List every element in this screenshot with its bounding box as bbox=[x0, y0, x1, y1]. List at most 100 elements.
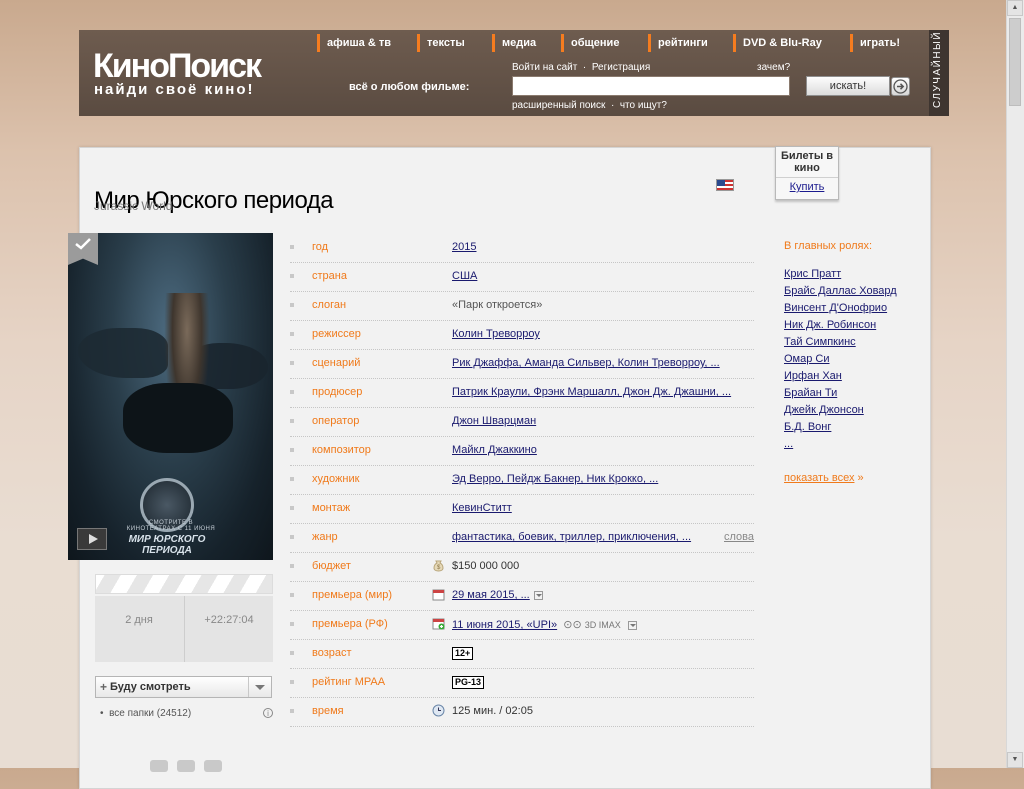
premiere-countdown: 2 дня +22:27:04 bbox=[95, 574, 273, 662]
row-label: бюджет bbox=[312, 560, 351, 572]
countdown-time: +22:27:04 bbox=[204, 614, 254, 626]
info-icon[interactable]: i bbox=[263, 708, 273, 718]
premiere-rf-link[interactable]: 11 июня 2015, «UPI» bbox=[452, 619, 557, 631]
register-link[interactable]: Регистрация bbox=[592, 62, 650, 73]
actor-link[interactable]: Брайс Даллас Ховард bbox=[784, 283, 924, 300]
director-link[interactable]: Колин Треворроу bbox=[452, 328, 540, 340]
nav-games[interactable]: играть! bbox=[850, 34, 900, 52]
formats-label: 3D IMAX bbox=[584, 620, 621, 630]
premiere-world-link[interactable]: 29 мая 2015, ... bbox=[452, 589, 530, 601]
random-film-tab[interactable]: СЛУЧАЙНЫЙ bbox=[929, 30, 949, 116]
folders-label: все папки (24512) bbox=[109, 708, 192, 719]
search-input[interactable] bbox=[512, 76, 790, 96]
keywords-link[interactable]: слова bbox=[724, 531, 754, 543]
nav-community[interactable]: общение bbox=[561, 34, 619, 52]
film-poster[interactable]: МИР ЮРСКОГО ПЕРИОДА СМОТРИТЕ В КИНОТЕАТР… bbox=[68, 233, 273, 560]
scrollbar-thumb[interactable] bbox=[1009, 18, 1021, 106]
row-bullet bbox=[290, 332, 294, 336]
buy-tickets-link[interactable]: Купить bbox=[776, 177, 838, 193]
row-label: художник bbox=[312, 473, 360, 485]
row-label: оператор bbox=[312, 415, 360, 427]
country-link[interactable]: США bbox=[452, 270, 477, 282]
login-link[interactable]: Войти на сайт bbox=[512, 62, 577, 73]
info-row-editing: монтаж КевинСтитт bbox=[290, 494, 754, 524]
scroll-up-arrow-icon[interactable]: ▲ bbox=[1007, 0, 1023, 16]
calendar-add-icon[interactable] bbox=[432, 617, 445, 630]
nav-texts[interactable]: тексты bbox=[417, 34, 465, 52]
scroll-down-arrow-icon[interactable]: ▼ bbox=[1007, 752, 1023, 768]
row-value: Джон Шварцман bbox=[452, 415, 536, 427]
will-watch-button[interactable]: + Буду смотреть bbox=[95, 676, 272, 698]
actor-link[interactable]: Джейк Джонсон bbox=[784, 402, 924, 419]
all-folders-link[interactable]: • все папки (24512) bbox=[100, 708, 191, 719]
info-row-operator: оператор Джон Шварцман bbox=[290, 407, 754, 437]
nav-afisha[interactable]: афиша & тв bbox=[317, 34, 391, 52]
actor-link[interactable]: Тай Симпкинс bbox=[784, 334, 924, 351]
row-value: PG-13 bbox=[452, 676, 485, 689]
play-trailer-icon[interactable] bbox=[77, 528, 107, 550]
composer-link[interactable]: Майкл Джаккино bbox=[452, 444, 537, 456]
info-row-budget: бюджет $ $150 000 000 bbox=[290, 552, 754, 582]
clapperboard-icon bbox=[95, 574, 273, 594]
logo-title[interactable]: КиноПоиск bbox=[93, 48, 262, 84]
nav-dvd[interactable]: DVD & Blu-Ray bbox=[733, 34, 822, 52]
checkmark-icon bbox=[75, 238, 91, 250]
search-label: всё о любом фильме: bbox=[349, 81, 470, 93]
operator-link[interactable]: Джон Шварцман bbox=[452, 415, 536, 427]
what-searched-link[interactable]: что ищут? bbox=[620, 100, 667, 111]
row-value: Патрик Краули, Фрэнк Маршалл, Джон Дж. Д… bbox=[452, 386, 731, 398]
share-icon[interactable] bbox=[204, 760, 222, 772]
nav-ratings[interactable]: рейтинги bbox=[648, 34, 708, 52]
poster-caption: СМОТРИТЕ В КИНОТЕАТРАХ С 11 ИЮНЯ bbox=[126, 520, 216, 532]
arrow-right-icon bbox=[893, 79, 908, 94]
search-go-button[interactable] bbox=[891, 77, 910, 96]
search-button[interactable]: искать! bbox=[806, 76, 890, 96]
tickets-widget: Билеты в кино Купить bbox=[775, 146, 839, 200]
row-value: фантастика, боевик, триллер, приключения… bbox=[452, 531, 691, 543]
info-row-director: режиссер Колин Треворроу bbox=[290, 320, 754, 350]
actor-link[interactable]: Винсент Д'Онофрио bbox=[784, 300, 924, 317]
nav-media[interactable]: медиа bbox=[492, 34, 536, 52]
more-actors-link[interactable]: ... bbox=[784, 436, 924, 453]
advanced-search-link[interactable]: расширенный поиск bbox=[512, 100, 605, 111]
row-bullet bbox=[290, 419, 294, 423]
chevron-down-icon[interactable] bbox=[533, 590, 543, 600]
why-link[interactable]: зачем? bbox=[757, 62, 790, 73]
row-bullet bbox=[290, 593, 294, 597]
row-value: Рик Джаффа, Аманда Сильвер, Колин Тревор… bbox=[452, 357, 720, 369]
mpaa-rating-badge[interactable]: PG-13 bbox=[452, 676, 485, 689]
row-label: жанр bbox=[312, 531, 338, 543]
actor-link[interactable]: Б.Д. Вонг bbox=[784, 419, 924, 436]
designers-link[interactable]: Эд Верро, Пейдж Бакнер, Ник Крокко, ... bbox=[452, 473, 658, 485]
link-separator: · bbox=[580, 62, 590, 73]
info-row-age: возраст 12+ bbox=[290, 639, 754, 669]
row-bullet bbox=[290, 361, 294, 365]
info-row-country: страна США bbox=[290, 262, 754, 292]
actor-link[interactable]: Крис Пратт bbox=[784, 266, 924, 283]
row-value: КевинСтитт bbox=[452, 502, 512, 514]
row-bullet bbox=[290, 448, 294, 452]
info-row-year: год 2015 bbox=[290, 233, 754, 263]
actor-link[interactable]: Брайан Ти bbox=[784, 385, 924, 402]
budget-value: $150 000 000 bbox=[452, 560, 520, 572]
chevron-down-icon[interactable] bbox=[627, 620, 637, 630]
actor-link[interactable]: Ник Дж. Робинсон bbox=[784, 317, 924, 334]
question-icon[interactable] bbox=[177, 760, 195, 772]
heart-icon[interactable] bbox=[150, 760, 168, 772]
info-row-composer: композитор Майкл Джаккино bbox=[290, 436, 754, 466]
actor-link[interactable]: Омар Си bbox=[784, 351, 924, 368]
row-value: 12+ bbox=[452, 647, 474, 660]
us-flag-icon bbox=[716, 179, 734, 191]
writers-link[interactable]: Рик Джаффа, Аманда Сильвер, Колин Тревор… bbox=[452, 357, 720, 369]
actor-link[interactable]: Ирфан Хан bbox=[784, 368, 924, 385]
year-link[interactable]: 2015 bbox=[452, 241, 476, 253]
chevron-down-icon[interactable] bbox=[248, 677, 271, 697]
producers-link[interactable]: Патрик Краули, Фрэнк Маршалл, Джон Дж. Д… bbox=[452, 386, 731, 398]
row-label: продюсер bbox=[312, 386, 363, 398]
info-row-writer: сценарий Рик Джаффа, Аманда Сильвер, Кол… bbox=[290, 349, 754, 379]
genres-link[interactable]: фантастика, боевик, триллер, приключения… bbox=[452, 531, 691, 543]
runtime-value: 125 мин. / 02:05 bbox=[452, 705, 533, 717]
editor-link[interactable]: КевинСтитт bbox=[452, 502, 512, 514]
show-all-cast-link[interactable]: показать всех » bbox=[784, 472, 864, 484]
page-scrollbar[interactable]: ▲ ▼ bbox=[1006, 0, 1024, 768]
